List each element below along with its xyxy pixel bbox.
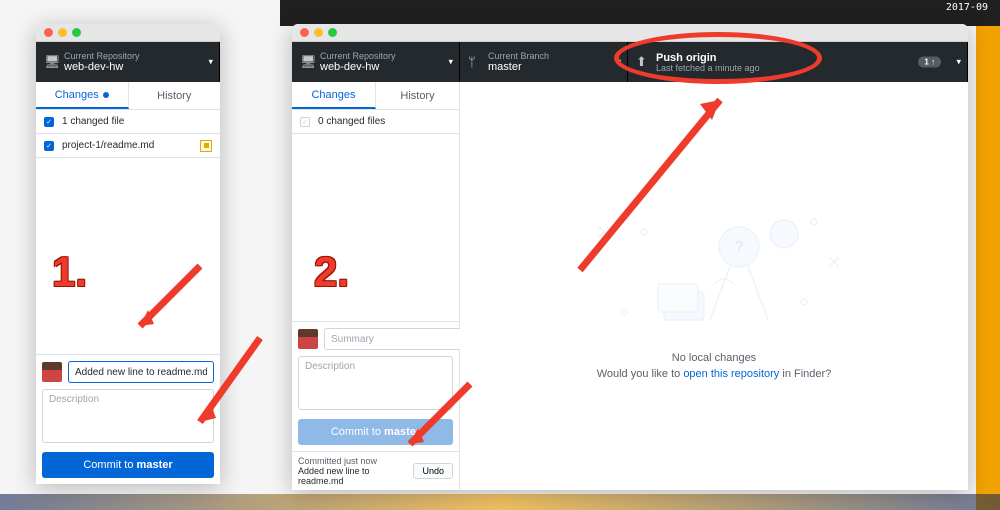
branch-selector[interactable]: ᛘ Current Branch master ▾ [460, 42, 628, 82]
changed-count: 0 changed files [318, 116, 451, 127]
file-list: ✓ 0 changed files [292, 110, 459, 321]
modified-icon [200, 140, 212, 152]
window-1: 🖥 Current Repository web-dev-hw ▾ Change… [36, 24, 220, 484]
commit-box: Commit to master [36, 354, 220, 484]
changes-dot-icon [103, 92, 109, 98]
toast-msg: Added new line to readme.md [298, 466, 413, 486]
zoom-icon[interactable] [72, 28, 81, 37]
branch-icon: ᛘ [468, 55, 476, 70]
branch-value: master [488, 61, 617, 73]
push-count-badge: 1 ↑ [918, 57, 941, 68]
close-icon[interactable] [44, 28, 53, 37]
desktop-icon: 🖥 [44, 54, 61, 70]
tab-changes[interactable]: Changes [36, 82, 129, 109]
commit-toast: Committed just now Added new line to rea… [292, 451, 459, 490]
branch-label: Current Branch [488, 52, 617, 61]
empty-illustration: ? [584, 192, 844, 342]
tab-history[interactable]: History [129, 82, 221, 109]
toolbar: 🖥 Current Repository web-dev-hw ▾ [36, 42, 220, 82]
select-all-checkbox[interactable]: ✓ [300, 117, 310, 127]
open-repo-link[interactable]: open this repository [683, 368, 779, 380]
commit-btn-branch: master [384, 426, 420, 438]
toolbar: 🖥 Current Repository web-dev-hw ▾ ᛘ Curr… [292, 42, 968, 82]
toast-title: Committed just now [298, 456, 413, 466]
commit-button[interactable]: Commit to master [298, 419, 453, 445]
sidebar: Changes History ✓ 0 changed files [292, 82, 460, 490]
file-list: ✓ 1 changed file ✓ project-1/readme.md [36, 110, 220, 354]
chevron-down-icon: ▾ [208, 57, 213, 68]
file-list-header: ✓ 0 changed files [292, 110, 459, 134]
file-row[interactable]: ✓ project-1/readme.md [36, 134, 220, 158]
commit-btn-branch: master [137, 459, 173, 471]
repo-value: web-dev-hw [64, 61, 209, 73]
tab-changes-label: Changes [55, 89, 99, 101]
avatar [42, 362, 62, 382]
repo-label: Current Repository [64, 52, 209, 61]
svg-text:?: ? [735, 239, 744, 256]
avatar [298, 329, 318, 349]
empty-prompt: Would you like to open this repository i… [597, 368, 832, 380]
desktop-icon: 🖥 [300, 54, 317, 70]
titlebar [292, 24, 968, 42]
main-pane: ? No local changes Would you like to ope… [460, 82, 968, 490]
repo-selector[interactable]: 🖥 Current Repository web-dev-hw ▾ [292, 42, 460, 82]
repo-value: web-dev-hw [320, 61, 449, 73]
tab-changes[interactable]: Changes [292, 82, 376, 109]
description-input[interactable] [298, 356, 453, 410]
empty-title: No local changes [672, 352, 756, 364]
push-subtitle: Last fetched a minute ago [656, 64, 957, 73]
summary-input[interactable] [324, 328, 470, 350]
summary-input[interactable] [68, 361, 214, 383]
titlebar [36, 24, 220, 42]
close-icon[interactable] [300, 28, 309, 37]
tab-history-label: History [400, 90, 434, 102]
file-checkbox[interactable]: ✓ [44, 141, 54, 151]
undo-button[interactable]: Undo [413, 463, 453, 479]
minimize-icon[interactable] [58, 28, 67, 37]
upload-icon: ⬆ [636, 54, 647, 70]
push-title: Push origin [656, 52, 957, 64]
commit-box: Commit to master [292, 321, 459, 451]
chevron-down-icon: ▾ [616, 57, 621, 68]
tab-history[interactable]: History [376, 82, 459, 109]
file-name: project-1/readme.md [62, 140, 200, 151]
push-origin-button[interactable]: ⬆ Push origin Last fetched a minute ago … [628, 42, 968, 82]
page-timestamp: 2017-09 [946, 2, 988, 13]
tab-history-label: History [157, 90, 191, 102]
commit-button[interactable]: Commit to master [42, 452, 214, 478]
minimize-icon[interactable] [314, 28, 323, 37]
tabs: Changes History [292, 82, 459, 110]
select-all-checkbox[interactable]: ✓ [44, 117, 54, 127]
window-2: 🖥 Current Repository web-dev-hw ▾ ᛘ Curr… [292, 24, 968, 490]
file-list-header: ✓ 1 changed file [36, 110, 220, 134]
repo-selector[interactable]: 🖥 Current Repository web-dev-hw ▾ [36, 42, 220, 82]
tab-changes-label: Changes [311, 89, 355, 101]
tabs: Changes History [36, 82, 220, 110]
description-input[interactable] [42, 389, 214, 443]
commit-btn-prefix: Commit to [331, 426, 384, 438]
changed-count: 1 changed file [62, 116, 212, 127]
chevron-down-icon: ▾ [448, 57, 453, 68]
zoom-icon[interactable] [328, 28, 337, 37]
repo-label: Current Repository [320, 52, 449, 61]
commit-btn-prefix: Commit to [83, 459, 136, 471]
chevron-down-icon: ▾ [956, 57, 961, 68]
